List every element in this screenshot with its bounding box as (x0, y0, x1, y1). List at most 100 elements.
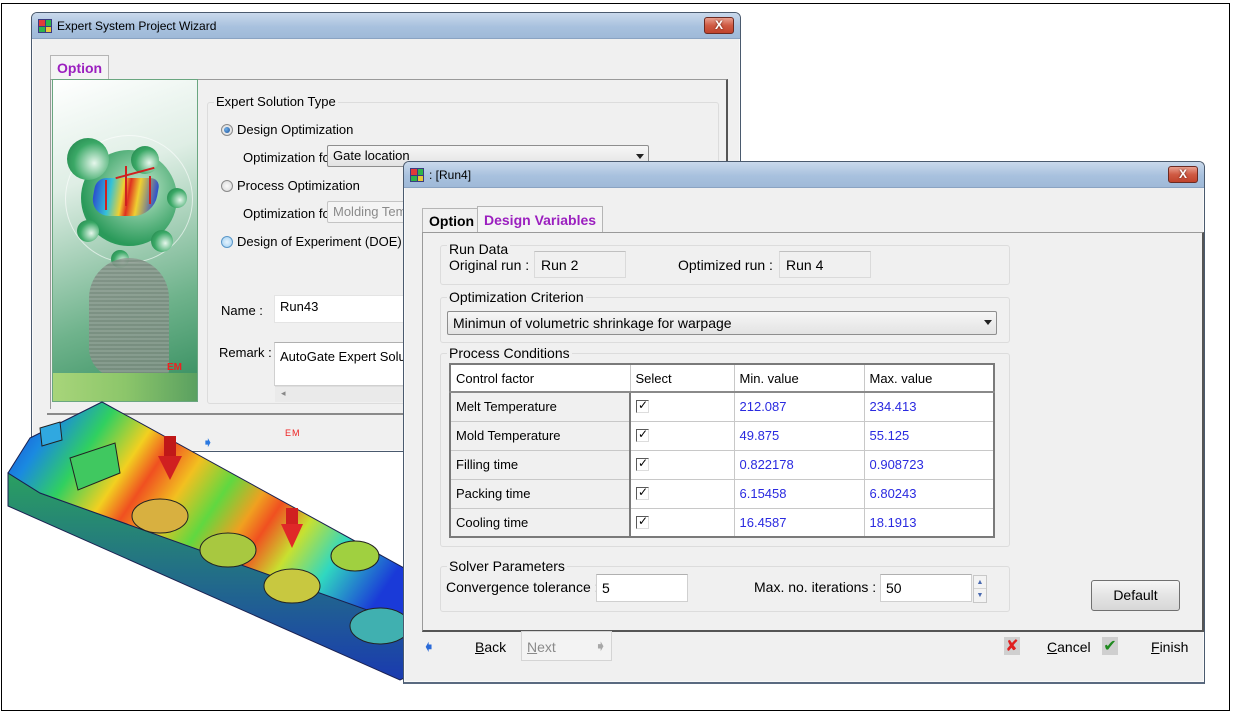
select-cell[interactable] (629, 507, 735, 538)
min-value-cell[interactable]: 16.4587 (733, 507, 865, 538)
radio-design-optimization[interactable]: Design Optimization (221, 122, 353, 137)
table-row[interactable]: Filling time 0.8221780.908723 (449, 449, 995, 480)
optimization-criterion-dropdown[interactable]: Minimun of volumetric shrinkage for warp… (447, 311, 997, 335)
min-value-cell[interactable]: 49.875 (733, 420, 865, 451)
max-value-cell[interactable]: 234.413 (863, 391, 995, 422)
run-dialog-close-button[interactable]: X (1168, 166, 1198, 183)
min-value-cell[interactable]: 212.087 (733, 391, 865, 422)
radio-checked-icon[interactable] (221, 123, 233, 136)
expert-system-illustration: EM (52, 79, 198, 402)
solution-type-label: Expert Solution Type (214, 94, 338, 109)
next-arrow-icon: ➧ (594, 637, 607, 655)
select-cell[interactable] (629, 391, 735, 422)
column-header-max-value[interactable]: Max. value (863, 363, 995, 393)
column-header-select[interactable]: Select (629, 363, 735, 393)
control-factor-cell: Mold Temperature (449, 420, 631, 451)
optimized-run-label: Optimized run : (678, 257, 773, 273)
control-factor-cell: Melt Temperature (449, 391, 631, 422)
checkbox-checked-icon[interactable] (636, 514, 649, 529)
checkbox-checked-icon[interactable] (636, 456, 649, 471)
part-hole (330, 540, 380, 572)
name-input[interactable]: Run43 (274, 295, 414, 323)
process-conditions-table: Control factor Select Min. value Max. va… (449, 363, 995, 538)
table-row[interactable]: Packing time 6.154586.80243 (449, 478, 995, 509)
wizard-title: Expert System Project Wizard (57, 19, 217, 33)
checkbox-checked-icon[interactable] (636, 485, 649, 500)
spin-down-icon[interactable]: ▼ (974, 589, 986, 602)
runner-line (125, 166, 127, 206)
run-dialog-title: : [Run4] (429, 168, 472, 182)
cancel-button[interactable]: Cancel (1047, 639, 1091, 655)
run-data-label: Run Data (447, 241, 511, 257)
app-icon (410, 168, 424, 182)
design-opt-for-label: Optimization for (243, 150, 335, 165)
next-accel: N (527, 639, 538, 655)
tab-option[interactable]: Option (422, 208, 482, 232)
max-value-cell[interactable]: 55.125 (863, 420, 995, 451)
molding-temp-value: Molding Temp (333, 204, 414, 219)
doe-analysis-label: Design of Experiment (DOE) An (237, 234, 421, 249)
select-cell[interactable] (629, 449, 735, 480)
finish-button[interactable]: Finish (1151, 639, 1188, 655)
select-cell[interactable] (629, 420, 735, 451)
checkbox-checked-icon[interactable] (636, 398, 649, 414)
radio-unchecked-icon[interactable] (221, 179, 233, 192)
back-rest: ack (484, 639, 507, 655)
bubble (67, 138, 109, 180)
convergence-tolerance-input[interactable]: 5 (596, 574, 688, 602)
gate-location-value: Gate location (333, 148, 410, 163)
cancel-accel: C (1047, 639, 1058, 655)
table-header-row: Control factor Select Min. value Max. va… (449, 363, 995, 393)
column-header-control-factor[interactable]: Control factor (449, 363, 631, 393)
run-dialog-titlebar[interactable]: : [Run4] X (404, 162, 1204, 188)
table-row[interactable]: Mold Temperature 49.87555.125 (449, 420, 995, 451)
radio-process-optimization[interactable]: Process Optimization (221, 178, 360, 193)
part-hole (263, 568, 321, 604)
back-button[interactable]: Back (475, 639, 506, 655)
part-hole (199, 532, 257, 568)
table-row[interactable]: Melt Temperature 212.087234.413 (449, 391, 995, 422)
illustration-band (53, 373, 197, 401)
wizard-titlebar[interactable]: Expert System Project Wizard X (32, 13, 740, 39)
cancel-rest: ancel (1057, 639, 1091, 655)
convergence-tolerance-label: Convergence tolerance : (446, 579, 599, 595)
max-value-cell[interactable]: 18.1913 (863, 507, 995, 538)
wizard-close-button[interactable]: X (704, 17, 734, 34)
app-icon (38, 19, 52, 33)
em-logo: EM (167, 362, 182, 373)
radio-unchecked-icon[interactable] (221, 235, 233, 248)
min-value-cell[interactable]: 6.15458 (733, 478, 865, 509)
remark-input[interactable]: AutoGate Expert Soluti (274, 342, 414, 386)
cancel-x-icon[interactable]: ✘ (1004, 637, 1020, 655)
chevron-down-icon (636, 154, 644, 159)
optimization-criterion-label: Optimization Criterion (447, 289, 586, 305)
process-optimization-label: Process Optimization (237, 178, 360, 193)
back-accel: B (475, 639, 485, 655)
tab-design-variables[interactable]: Design Variables (477, 206, 604, 233)
remark-label: Remark : (219, 345, 272, 360)
chevron-down-icon (984, 320, 992, 325)
next-button[interactable]: Next ➧ (521, 631, 612, 661)
control-factor-cell: Packing time (449, 478, 631, 509)
bubble (151, 230, 173, 252)
min-value-cell[interactable]: 0.822178 (733, 449, 865, 480)
control-factor-cell: Cooling time (449, 507, 631, 538)
blue-arrow-right-icon: ➧ (202, 435, 214, 451)
table-row[interactable]: Cooling time 16.458718.1913 (449, 507, 995, 538)
default-button[interactable]: Default (1091, 580, 1180, 611)
select-cell[interactable] (629, 478, 735, 509)
max-iterations-spinner[interactable]: ▲ ▼ (973, 575, 987, 603)
column-header-min-value[interactable]: Min. value (733, 363, 865, 393)
checkbox-checked-icon[interactable] (636, 427, 649, 442)
back-arrow-icon[interactable]: ➧ (422, 637, 435, 656)
max-iterations-input[interactable]: 50 (880, 574, 972, 602)
solver-parameters-label: Solver Parameters (447, 558, 567, 574)
max-value-cell[interactable]: 6.80243 (863, 478, 995, 509)
original-run-value: Run 2 (534, 251, 626, 278)
finish-check-icon[interactable]: ✔ (1102, 637, 1118, 655)
max-value-cell[interactable]: 0.908723 (863, 449, 995, 480)
warpage-part-render (7, 401, 456, 681)
spin-up-icon[interactable]: ▲ (974, 576, 986, 589)
wizard-tab-option[interactable]: Option (50, 55, 110, 81)
radio-doe-analysis[interactable]: Design of Experiment (DOE) An (221, 234, 421, 249)
